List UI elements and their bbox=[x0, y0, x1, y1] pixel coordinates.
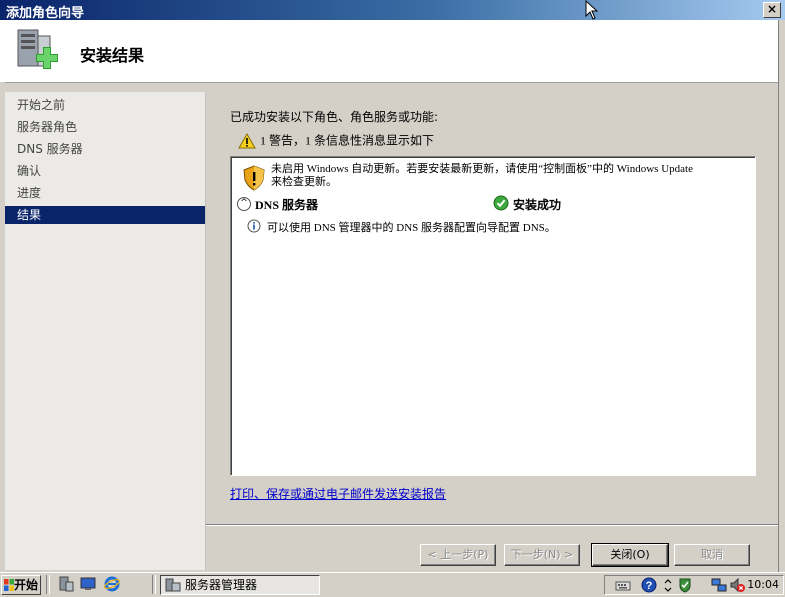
step-server-roles[interactable]: 服务器角色 bbox=[5, 118, 205, 136]
step-dns-server[interactable]: DNS 服务器 bbox=[5, 140, 205, 158]
security-shield-icon[interactable] bbox=[677, 577, 693, 593]
system-tray: ? 10:04 bbox=[604, 575, 784, 595]
taskbar-separator bbox=[46, 575, 50, 594]
close-icon[interactable]: × bbox=[763, 2, 781, 18]
back-button[interactable]: < 上一步(P) bbox=[420, 544, 496, 566]
summary-text: 1 警告，1 条信息性消息显示如下 bbox=[260, 133, 435, 148]
collapse-icon[interactable]: ^ bbox=[237, 197, 251, 211]
wizard-steps-panel: 开始之前 服务器角色 DNS 服务器 确认 进度 结果 bbox=[5, 92, 206, 570]
warning-text-line-1: 未启用 Windows 自动更新。若要安装最新更新，请使用“控制面板”中的 Wi… bbox=[271, 163, 693, 175]
step-before-you-begin[interactable]: 开始之前 bbox=[5, 96, 205, 114]
window-border bbox=[778, 20, 785, 572]
taskbar-button-label: 服务器管理器 bbox=[185, 578, 258, 592]
tray-chevron-icon[interactable] bbox=[663, 577, 673, 593]
page-title: 安装结果 bbox=[80, 46, 145, 65]
windows-flag-icon bbox=[4, 579, 14, 591]
close-button[interactable]: 关闭(O) bbox=[591, 543, 669, 567]
internet-explorer-icon[interactable] bbox=[104, 576, 120, 592]
help-icon[interactable]: ? bbox=[641, 577, 657, 593]
step-progress[interactable]: 进度 bbox=[5, 184, 205, 202]
svg-text:?: ? bbox=[646, 580, 653, 592]
role-name: DNS 服务器 bbox=[255, 198, 319, 212]
step-confirmation[interactable]: 确认 bbox=[5, 162, 205, 180]
show-desktop-icon[interactable] bbox=[80, 576, 96, 592]
volume-muted-icon[interactable] bbox=[729, 577, 745, 593]
start-label: 开始 bbox=[14, 578, 39, 592]
taskbar-button-server-manager[interactable]: 服务器管理器 bbox=[160, 575, 320, 595]
results-page: 已成功安装以下角色、角色服务或功能: 1 警告，1 条信息性消息显示如下 未启用… bbox=[206, 92, 778, 572]
info-icon bbox=[247, 219, 261, 233]
install-status: 安装成功 bbox=[513, 198, 562, 212]
role-result-row: ^ DNS 服务器 安装成功 bbox=[237, 195, 747, 213]
taskbar: 开始 服务器管理器 ? 10:04 bbox=[0, 572, 785, 597]
keyboard-icon[interactable] bbox=[615, 577, 631, 593]
warning-text: 未启用 Windows 自动更新。若要安装最新更新，请使用“控制面板”中的 Wi… bbox=[271, 163, 693, 189]
mouse-cursor-icon bbox=[585, 0, 599, 20]
network-icon[interactable] bbox=[711, 577, 727, 593]
results-list[interactable]: 未启用 Windows 自动更新。若要安装最新更新，请使用“控制面板”中的 Wi… bbox=[230, 156, 756, 476]
next-button[interactable]: 下一步(N) > bbox=[504, 544, 580, 566]
shield-warning-icon bbox=[243, 165, 265, 191]
summary-line: 1 警告，1 条信息性消息显示如下 bbox=[238, 130, 434, 150]
info-text: 可以使用 DNS 管理器中的 DNS 服务器配置向导配置 DNS。 bbox=[267, 222, 556, 234]
title-bar[interactable]: 添加角色向导 × bbox=[0, 0, 785, 21]
success-check-icon bbox=[493, 195, 509, 211]
button-divider bbox=[206, 524, 778, 526]
server-manager-icon bbox=[165, 578, 181, 592]
taskbar-separator bbox=[152, 575, 156, 594]
wizard-header: 安装结果 bbox=[0, 20, 778, 83]
clock[interactable]: 10:04 bbox=[747, 576, 779, 594]
report-link[interactable]: 打印、保存或通过电子邮件发送安装报告 bbox=[230, 485, 446, 502]
cancel-button[interactable]: 取消 bbox=[674, 544, 750, 566]
window-title: 添加角色向导 bbox=[6, 6, 85, 21]
step-results[interactable]: 结果 bbox=[5, 206, 205, 224]
warning-text-line-2: 来检查更新。 bbox=[271, 176, 337, 188]
intro-text: 已成功安装以下角色、角色服务或功能: bbox=[230, 110, 439, 124]
warning-icon bbox=[238, 132, 256, 148]
server-add-icon bbox=[17, 29, 58, 69]
start-button[interactable]: 开始 bbox=[1, 575, 41, 595]
server-manager-quicklaunch-icon[interactable] bbox=[58, 576, 74, 592]
add-roles-wizard-window: 添加角色向导 × 安装结果 开始之前 服务器角色 DNS 服务器 确认 进度 结… bbox=[0, 0, 785, 572]
